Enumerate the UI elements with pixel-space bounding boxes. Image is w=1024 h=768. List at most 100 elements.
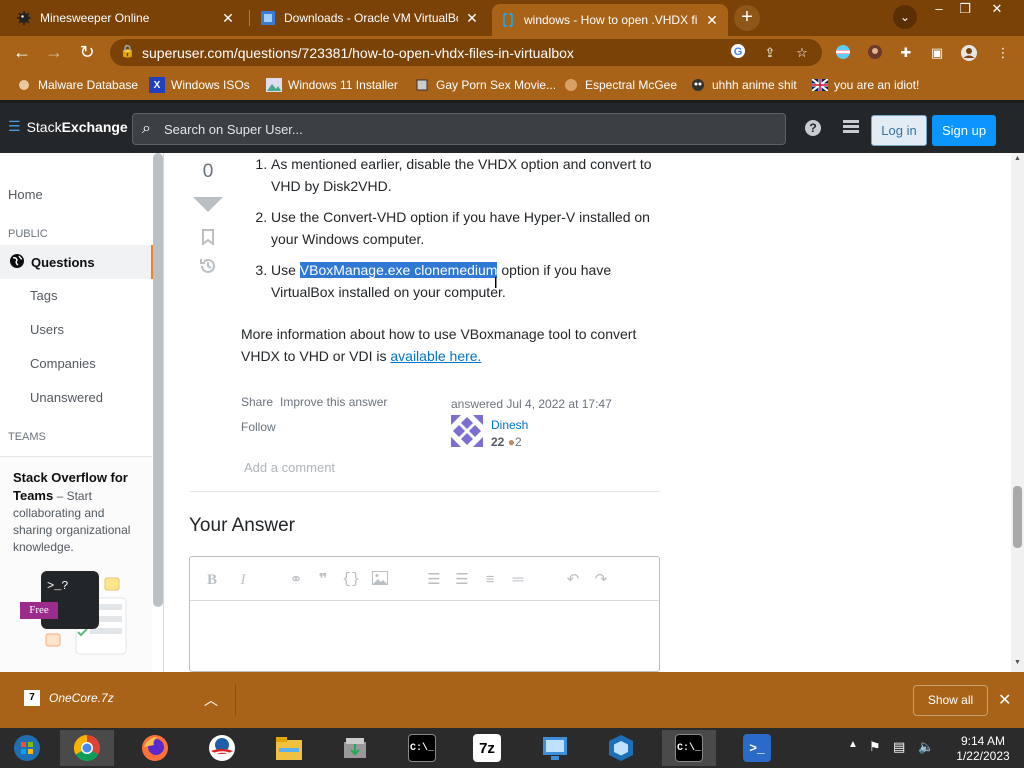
chevron-up-icon[interactable]: ︿ xyxy=(204,690,218,710)
sidebar-item-questions[interactable]: Questions xyxy=(0,245,154,279)
restore-icon[interactable]: ❐ xyxy=(952,0,978,18)
sidebar-section-public: PUBLIC xyxy=(8,228,48,240)
7z-file-icon: 7 xyxy=(24,690,40,706)
tab-search-chevron-icon[interactable]: ⌄ xyxy=(893,5,917,29)
user-name-link[interactable]: Dinesh xyxy=(491,418,528,432)
bookmark-windows-11-installer[interactable]: Windows 11 Installer xyxy=(266,75,398,95)
share-icon[interactable]: ⇪ xyxy=(760,43,780,63)
available-here-link[interactable]: available here. xyxy=(390,348,481,364)
signup-button[interactable]: Sign up xyxy=(932,115,996,146)
installer-taskbar-icon[interactable] xyxy=(328,730,382,766)
answered-timestamp: answered Jul 4, 2022 at 17:47 xyxy=(451,397,612,411)
bookmark-you-are-an-idiot[interactable]: you are an idiot! xyxy=(812,75,919,95)
close-window-icon[interactable]: ✕ xyxy=(984,0,1010,18)
kebab-menu-icon[interactable]: ⋮ xyxy=(994,44,1012,62)
bulleted-list-icon[interactable]: ☰ xyxy=(453,571,471,589)
bookmark-malware-database[interactable]: Malware Database xyxy=(16,75,138,95)
share-link[interactable]: Share xyxy=(241,395,273,409)
scroll-down-arrow-icon[interactable]: ▼ xyxy=(1014,659,1022,666)
pride-flag-extension-icon[interactable] xyxy=(834,44,852,62)
command-prompt-2-taskbar-icon[interactable]: C:\_ xyxy=(662,730,716,766)
avatar[interactable] xyxy=(451,415,483,447)
reload-icon[interactable]: ↻ xyxy=(75,40,99,64)
close-tab-icon[interactable]: ✕ xyxy=(464,10,480,27)
code-icon[interactable]: {} xyxy=(342,571,360,589)
bookmark-icon[interactable] xyxy=(201,229,215,247)
google-lens-icon[interactable]: G xyxy=(728,43,748,63)
image-icon[interactable] xyxy=(371,571,389,589)
login-button[interactable]: Log in xyxy=(871,115,927,146)
flag-notification-icon[interactable]: ⚑ xyxy=(869,739,881,755)
show-all-button[interactable]: Show all xyxy=(913,685,988,716)
selected-text[interactable]: VBoxManage.exe clonemedium xyxy=(299,262,498,278)
downvote-arrow-icon[interactable] xyxy=(193,197,223,212)
command-prompt-taskbar-icon[interactable]: C:\_ xyxy=(395,730,449,766)
side-panel-icon[interactable]: ▣ xyxy=(928,44,946,62)
obama-logo-taskbar-icon[interactable] xyxy=(195,730,249,766)
avatar-extension-icon[interactable] xyxy=(866,44,884,62)
scroll-up-arrow-icon[interactable]: ▲ xyxy=(1014,155,1022,162)
extensions-puzzle-icon[interactable]: ✚ xyxy=(897,44,915,62)
chrome-taskbar-icon[interactable] xyxy=(60,730,114,766)
download-item[interactable]: 7 OneCore.7z xyxy=(24,690,114,706)
tab-minesweeper[interactable]: Minesweeper Online ✕ xyxy=(8,4,244,32)
minimize-icon[interactable]: – xyxy=(926,0,952,18)
network-settings-taskbar-icon[interactable] xyxy=(528,730,582,766)
redo-icon[interactable]: ↷ xyxy=(592,571,610,589)
page-scrollbar[interactable]: ▲ ▼ xyxy=(1011,153,1024,672)
follow-link[interactable]: Follow xyxy=(241,420,276,434)
heading-icon[interactable]: ≡ xyxy=(481,571,499,589)
close-tab-icon[interactable]: ✕ xyxy=(220,10,236,27)
file-explorer-taskbar-icon[interactable] xyxy=(262,730,316,766)
tab-superuser-question[interactable]: windows - How to open .VHDX file ✕ xyxy=(492,4,728,36)
start-button[interactable] xyxy=(0,730,54,766)
volume-icon[interactable]: 🔈 xyxy=(918,739,934,755)
search-placeholder: Search on Super User... xyxy=(164,122,303,137)
blockquote-icon[interactable]: ❞ xyxy=(314,571,332,589)
system-clock[interactable]: 9:14 AM 1/22/2023 xyxy=(952,734,1014,764)
close-download-bar-icon[interactable]: ✕ xyxy=(998,690,1011,710)
address-bar[interactable]: 🔒 superuser.com/questions/723381/how-to-… xyxy=(110,39,822,66)
network-icon[interactable]: ▤ xyxy=(893,739,905,755)
sidebar-item-tags[interactable]: Tags xyxy=(30,288,57,303)
new-tab-button[interactable]: + xyxy=(734,5,760,31)
bookmark-4[interactable]: Gay Porn Sex Movie... xyxy=(414,75,556,95)
bookmark-espectral-mcgee[interactable]: Espectral McGee xyxy=(563,75,677,95)
bookmark-windows-isos[interactable]: X Windows ISOs xyxy=(149,75,250,95)
italic-icon[interactable]: I xyxy=(234,571,252,589)
history-icon[interactable] xyxy=(198,256,218,276)
bold-icon[interactable]: B xyxy=(203,571,221,589)
improve-answer-link[interactable]: Improve this answer xyxy=(280,395,387,409)
7zip-taskbar-icon[interactable]: 7z xyxy=(460,730,514,766)
horizontal-rule-icon[interactable]: ═ xyxy=(509,571,527,589)
close-tab-icon[interactable]: ✕ xyxy=(704,12,720,29)
sidebar-item-home[interactable]: Home xyxy=(8,187,43,202)
back-arrow-icon[interactable]: ← xyxy=(10,40,34,64)
bookmarks-bar: Malware Database X Windows ISOs Windows … xyxy=(0,69,1024,100)
search-input[interactable]: ⌕ Search on Super User... xyxy=(132,113,786,145)
bookmark-favicon-icon xyxy=(563,77,579,93)
undo-icon[interactable]: ↶ xyxy=(564,571,582,589)
tab-virtualbox-downloads[interactable]: Downloads - Oracle VM VirtualBox ✕ xyxy=(252,4,488,32)
sidebar-scrollbar[interactable] xyxy=(153,153,163,607)
stackexchange-logo[interactable]: ☰ Stack Exchange xyxy=(8,118,128,135)
bookmark-star-icon[interactable]: ☆ xyxy=(792,43,812,63)
sidebar-item-unanswered[interactable]: Unanswered xyxy=(30,390,103,405)
help-icon[interactable]: ? xyxy=(803,119,823,139)
firefox-taskbar-icon[interactable] xyxy=(128,730,182,766)
numbered-list-icon[interactable]: ☰ xyxy=(425,571,443,589)
add-comment-link[interactable]: Add a comment xyxy=(244,460,335,475)
powershell-taskbar-icon[interactable]: >_ xyxy=(730,730,784,766)
forward-arrow-icon[interactable]: → xyxy=(42,40,66,64)
sidebar-item-users[interactable]: Users xyxy=(30,322,64,337)
tray-chevron-up-icon[interactable]: ▲ xyxy=(848,739,858,750)
bookmark-anime[interactable]: uhhh anime shit xyxy=(690,75,797,95)
answer-editor[interactable]: B I ⚭ ❞ {} ☰ ☰ ≡ ═ ↶ ↷ xyxy=(189,556,660,672)
link-icon[interactable]: ⚭ xyxy=(287,571,305,589)
virtualbox-taskbar-icon[interactable] xyxy=(594,730,648,766)
sidebar-item-companies[interactable]: Companies xyxy=(30,356,96,371)
scrollbar-thumb[interactable] xyxy=(1013,486,1022,548)
profile-icon[interactable] xyxy=(960,44,978,62)
site-switcher-icon[interactable] xyxy=(841,119,861,139)
clock-time: 9:14 AM xyxy=(960,734,1006,748)
